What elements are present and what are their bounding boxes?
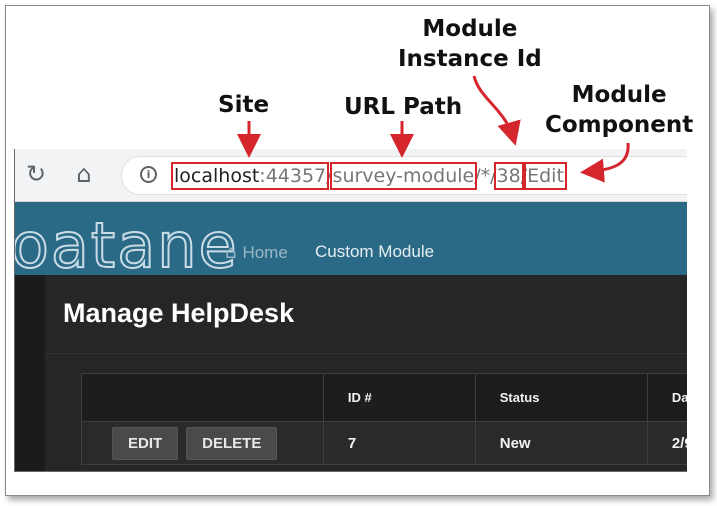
nav-custom-module-link[interactable]: Custom Module <box>315 242 434 262</box>
annotation-module-component-line1: Module <box>571 82 667 108</box>
cell-id: 7 <box>322 421 476 465</box>
url-separator: / <box>326 165 333 187</box>
home-nav-icon: ⌂ <box>225 242 237 263</box>
column-header-id[interactable]: ID # <box>322 373 476 422</box>
column-header-status[interactable]: Status <box>474 373 648 422</box>
edit-button[interactable]: EDIT <box>112 426 179 460</box>
cell-status: New <box>474 421 648 465</box>
annotation-module-instance-id: Module Instance Id <box>398 14 542 74</box>
url-text[interactable]: localhost:44357/survey-module/*/38/Edit <box>170 162 567 190</box>
url-separator-wildcard: /*/ <box>474 165 497 187</box>
helpdesk-table: ID # Status Date EDITDELETE 7 New 2/9/ <box>81 373 687 465</box>
annotation-url-path: URL Path <box>344 94 463 120</box>
annotation-module-component-line2: Component <box>545 112 694 138</box>
table-header-row: ID # Status Date <box>81 373 687 422</box>
annotation-module-component: Module Component <box>545 80 693 140</box>
address-bar[interactable]: i localhost:44357/survey-module/*/38/Edi… <box>121 156 687 195</box>
nav-home-label: Home <box>242 243 288 262</box>
delete-button[interactable]: DELETE <box>186 426 278 460</box>
browser-screenshot: ↻ ⌂ i localhost:44357/survey-module/*/38… <box>14 149 687 472</box>
site-header: oatane ⌂ Home Custom Module <box>14 202 687 282</box>
column-header-date[interactable]: Date <box>646 373 687 422</box>
row-actions-cell: EDIT DELETE <box>81 421 324 465</box>
url-port: :44357 <box>259 165 327 187</box>
modal-divider <box>45 353 687 354</box>
cell-date: 2/9/ <box>646 421 687 465</box>
url-site-segment: localhost:44357 <box>170 162 330 190</box>
url-path-segment: survey-module <box>329 162 478 190</box>
annotation-module-instance-id-line1: Module <box>422 16 518 42</box>
nav-home-link[interactable]: ⌂ Home <box>225 242 288 263</box>
info-icon[interactable]: i <box>140 166 157 183</box>
reload-icon[interactable]: ↻ <box>23 161 49 187</box>
modal-title: Manage HelpDesk <box>63 298 295 328</box>
home-icon[interactable]: ⌂ <box>71 161 97 187</box>
annotation-site: Site <box>218 92 270 118</box>
browser-toolbar: ↻ ⌂ i localhost:44357/survey-module/*/38… <box>15 149 687 202</box>
manage-helpdesk-modal: Manage HelpDesk ID # Status Date EDITDEL… <box>45 275 687 471</box>
site-logo: oatane <box>14 209 239 282</box>
url-module-id-segment: 38 <box>493 162 524 190</box>
table-row: EDITDELETE 7 New 2/9/ <box>81 421 687 465</box>
url-component-segment: Edit <box>524 162 567 190</box>
annotation-module-instance-id-line2: Instance Id <box>398 46 542 72</box>
url-host: localhost <box>174 165 260 187</box>
column-header-actions <box>81 373 324 422</box>
